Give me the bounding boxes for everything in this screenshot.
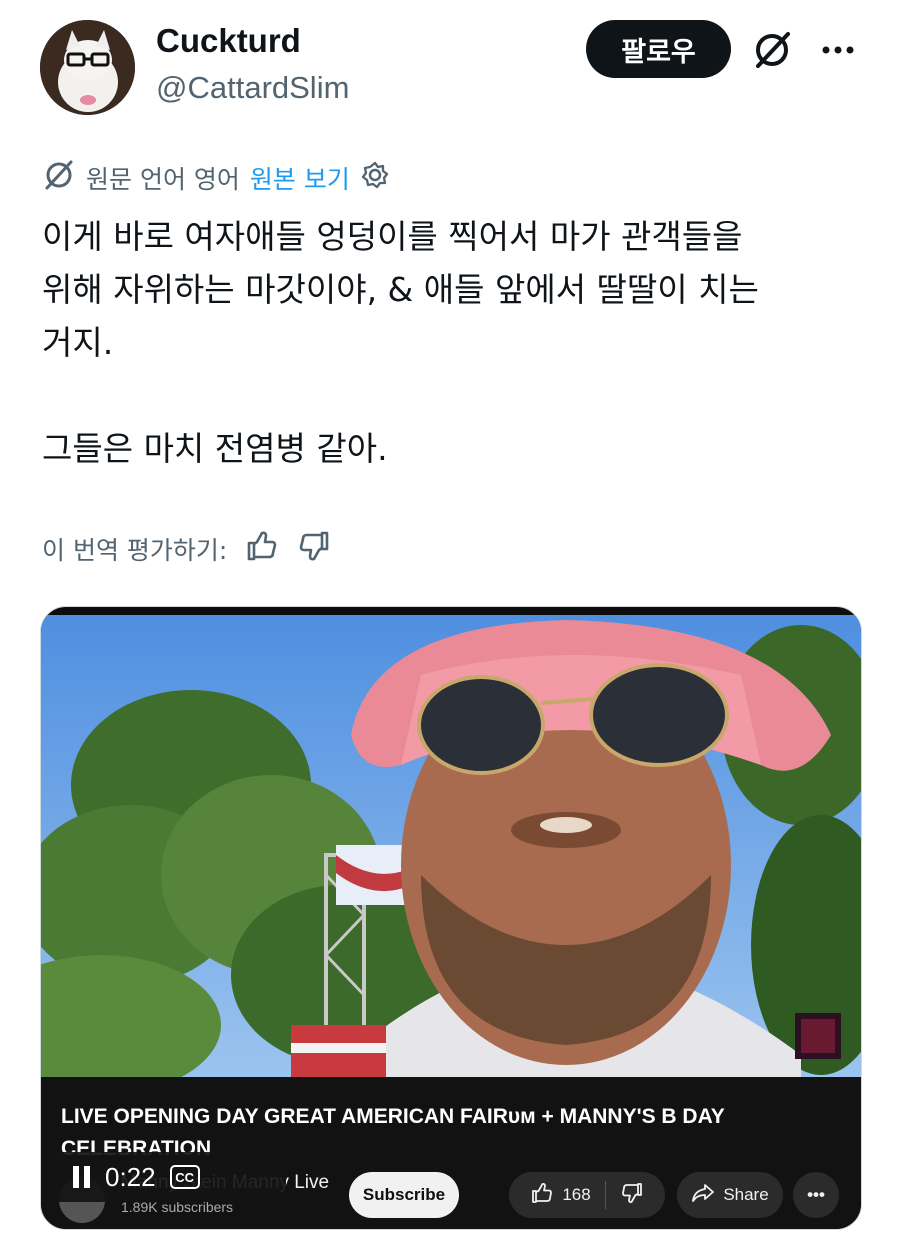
dislike-button[interactable] [606,1172,658,1218]
like-dislike-pill: 168 [509,1172,665,1218]
thumbs-down-icon [620,1181,644,1210]
video-frame[interactable] [41,615,861,1095]
share-icon [691,1182,715,1209]
video-more-button[interactable]: ••• [793,1172,839,1218]
video-info-panel: LIVE OPENING DAY GREAT AMERICAN FAIRᴜᴍ +… [41,1077,861,1229]
author-avatar[interactable] [40,20,135,115]
share-label: Share [723,1185,769,1204]
gear-icon[interactable] [360,160,390,196]
share-button[interactable]: Share [677,1172,783,1218]
thumbs-up-icon [530,1181,554,1210]
author-display-name[interactable]: Cuckturd [156,22,301,60]
captions-icon[interactable]: CC [169,1165,200,1189]
thumbs-down-icon[interactable] [297,529,331,569]
embedded-video-card[interactable]: LIVE OPENING DAY GREAT AMERICAN FAIRᴜᴍ +… [40,606,862,1230]
pause-icon[interactable] [73,1166,91,1188]
original-language-label: 원문 언어 영어 [86,165,240,194]
view-original-link[interactable]: 원본 보기 [250,160,350,196]
follow-button[interactable]: 팔로우 [586,20,731,78]
subscribe-button[interactable]: Subscribe [349,1172,459,1218]
like-button[interactable]: 168 [516,1172,604,1218]
tweet-text: 이게 바로 여자애들 엉덩이를 찍어서 마가 관객들을 위해 자위하는 마갓이야… [42,217,759,468]
more-icon[interactable] [816,28,860,72]
translation-bar: 원문 언어 영어 원본 보기 [42,158,390,198]
grok-icon [42,158,76,198]
rate-translation-label: 이 번역 평가하기: [42,536,228,565]
like-count: 168 [562,1185,591,1204]
rate-translation-row: 이 번역 평가하기: [42,527,331,571]
author-handle[interactable]: @CattardSlim [156,70,349,106]
thumbs-up-icon[interactable] [245,529,279,569]
player-controls: 0:22 CC [51,1152,286,1202]
playback-time: 0:22 [105,1161,156,1192]
grok-icon[interactable] [750,28,794,72]
